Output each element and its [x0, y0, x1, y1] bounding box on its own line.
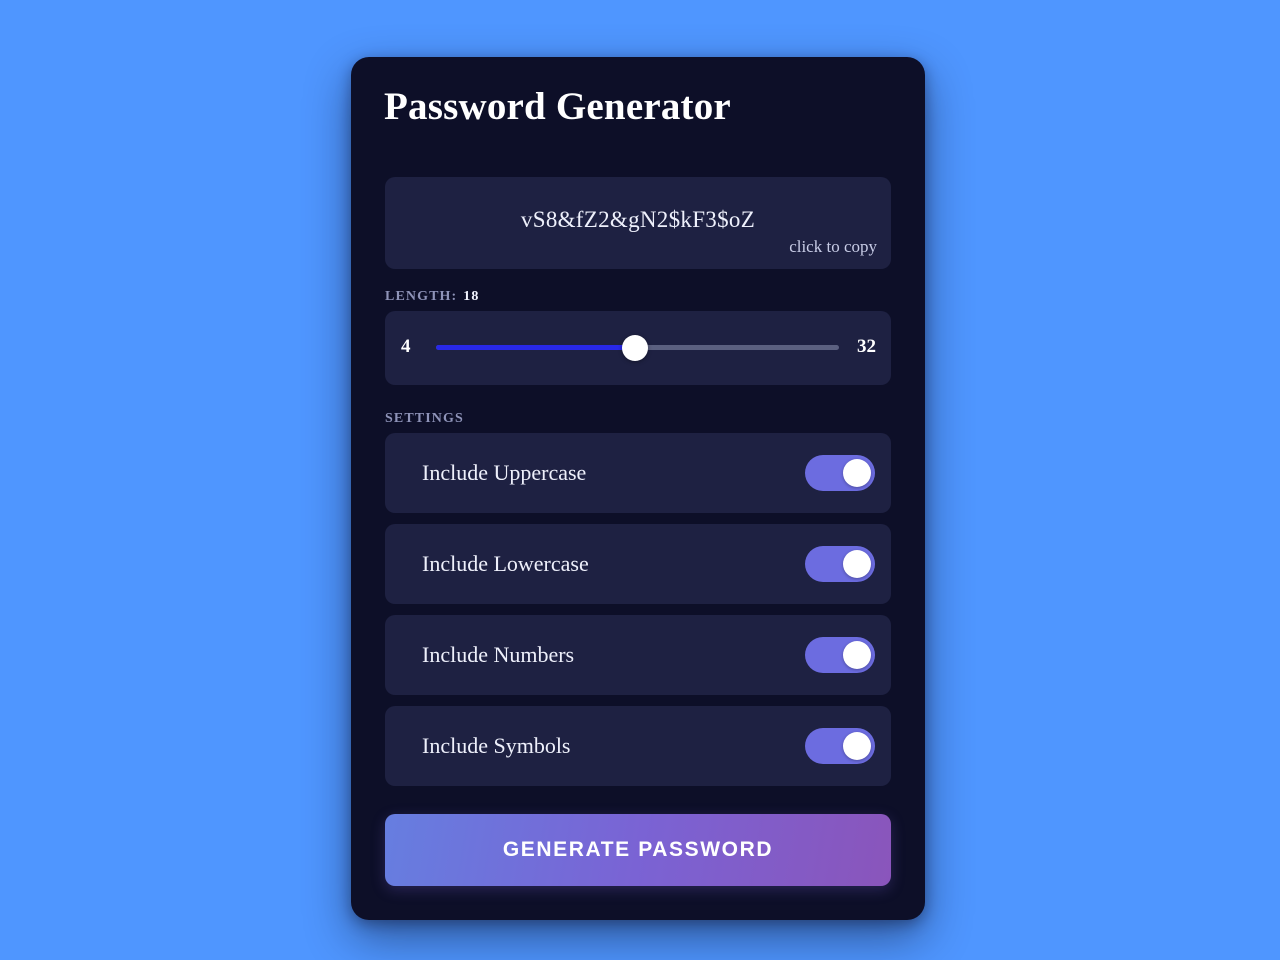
- slider-min-label: 4: [401, 336, 411, 357]
- app-stage: Password Generator vS8&fZ2&gN2$kF3$oZ cl…: [0, 0, 1280, 960]
- toggle-knob: [843, 732, 871, 760]
- length-slider-panel: 4 32: [385, 311, 891, 385]
- setting-label: Include Uppercase: [422, 460, 587, 485]
- length-slider[interactable]: [436, 334, 839, 361]
- toggle-include-lowercase[interactable]: [805, 546, 875, 582]
- setting-label: Include Lowercase: [422, 551, 589, 576]
- toggle-knob: [843, 641, 871, 669]
- slider-thumb[interactable]: [621, 334, 648, 361]
- click-to-copy-hint: click to copy: [789, 237, 877, 256]
- length-value: 18: [463, 289, 480, 304]
- length-label-text: LENGTH:: [385, 289, 458, 304]
- settings-section-label: SETTINGS: [385, 411, 464, 426]
- toggle-include-numbers[interactable]: [805, 637, 875, 673]
- generated-password-value: vS8&fZ2&gN2$kF3$oZ: [520, 207, 756, 232]
- setting-label: Include Numbers: [422, 642, 575, 667]
- password-generator-card: Password Generator vS8&fZ2&gN2$kF3$oZ cl…: [351, 57, 925, 920]
- toggle-include-symbols[interactable]: [805, 728, 875, 764]
- toggle-knob: [843, 459, 871, 487]
- slider-filled-track: [436, 345, 635, 350]
- generate-password-button[interactable]: GENERATE PASSWORD: [385, 814, 891, 886]
- setting-label: Include Symbols: [422, 733, 571, 758]
- toggle-knob: [843, 550, 871, 578]
- setting-row-include-uppercase[interactable]: Include Uppercase: [385, 433, 891, 513]
- page-title: Password Generator: [384, 85, 731, 128]
- toggle-include-uppercase[interactable]: [805, 455, 875, 491]
- length-label: LENGTH: 18: [385, 289, 479, 305]
- setting-row-include-lowercase[interactable]: Include Lowercase: [385, 524, 891, 604]
- setting-row-include-numbers[interactable]: Include Numbers: [385, 615, 891, 695]
- password-display-box[interactable]: vS8&fZ2&gN2$kF3$oZ click to copy: [385, 177, 891, 269]
- setting-row-include-symbols[interactable]: Include Symbols: [385, 706, 891, 786]
- slider-max-label: 32: [857, 336, 876, 357]
